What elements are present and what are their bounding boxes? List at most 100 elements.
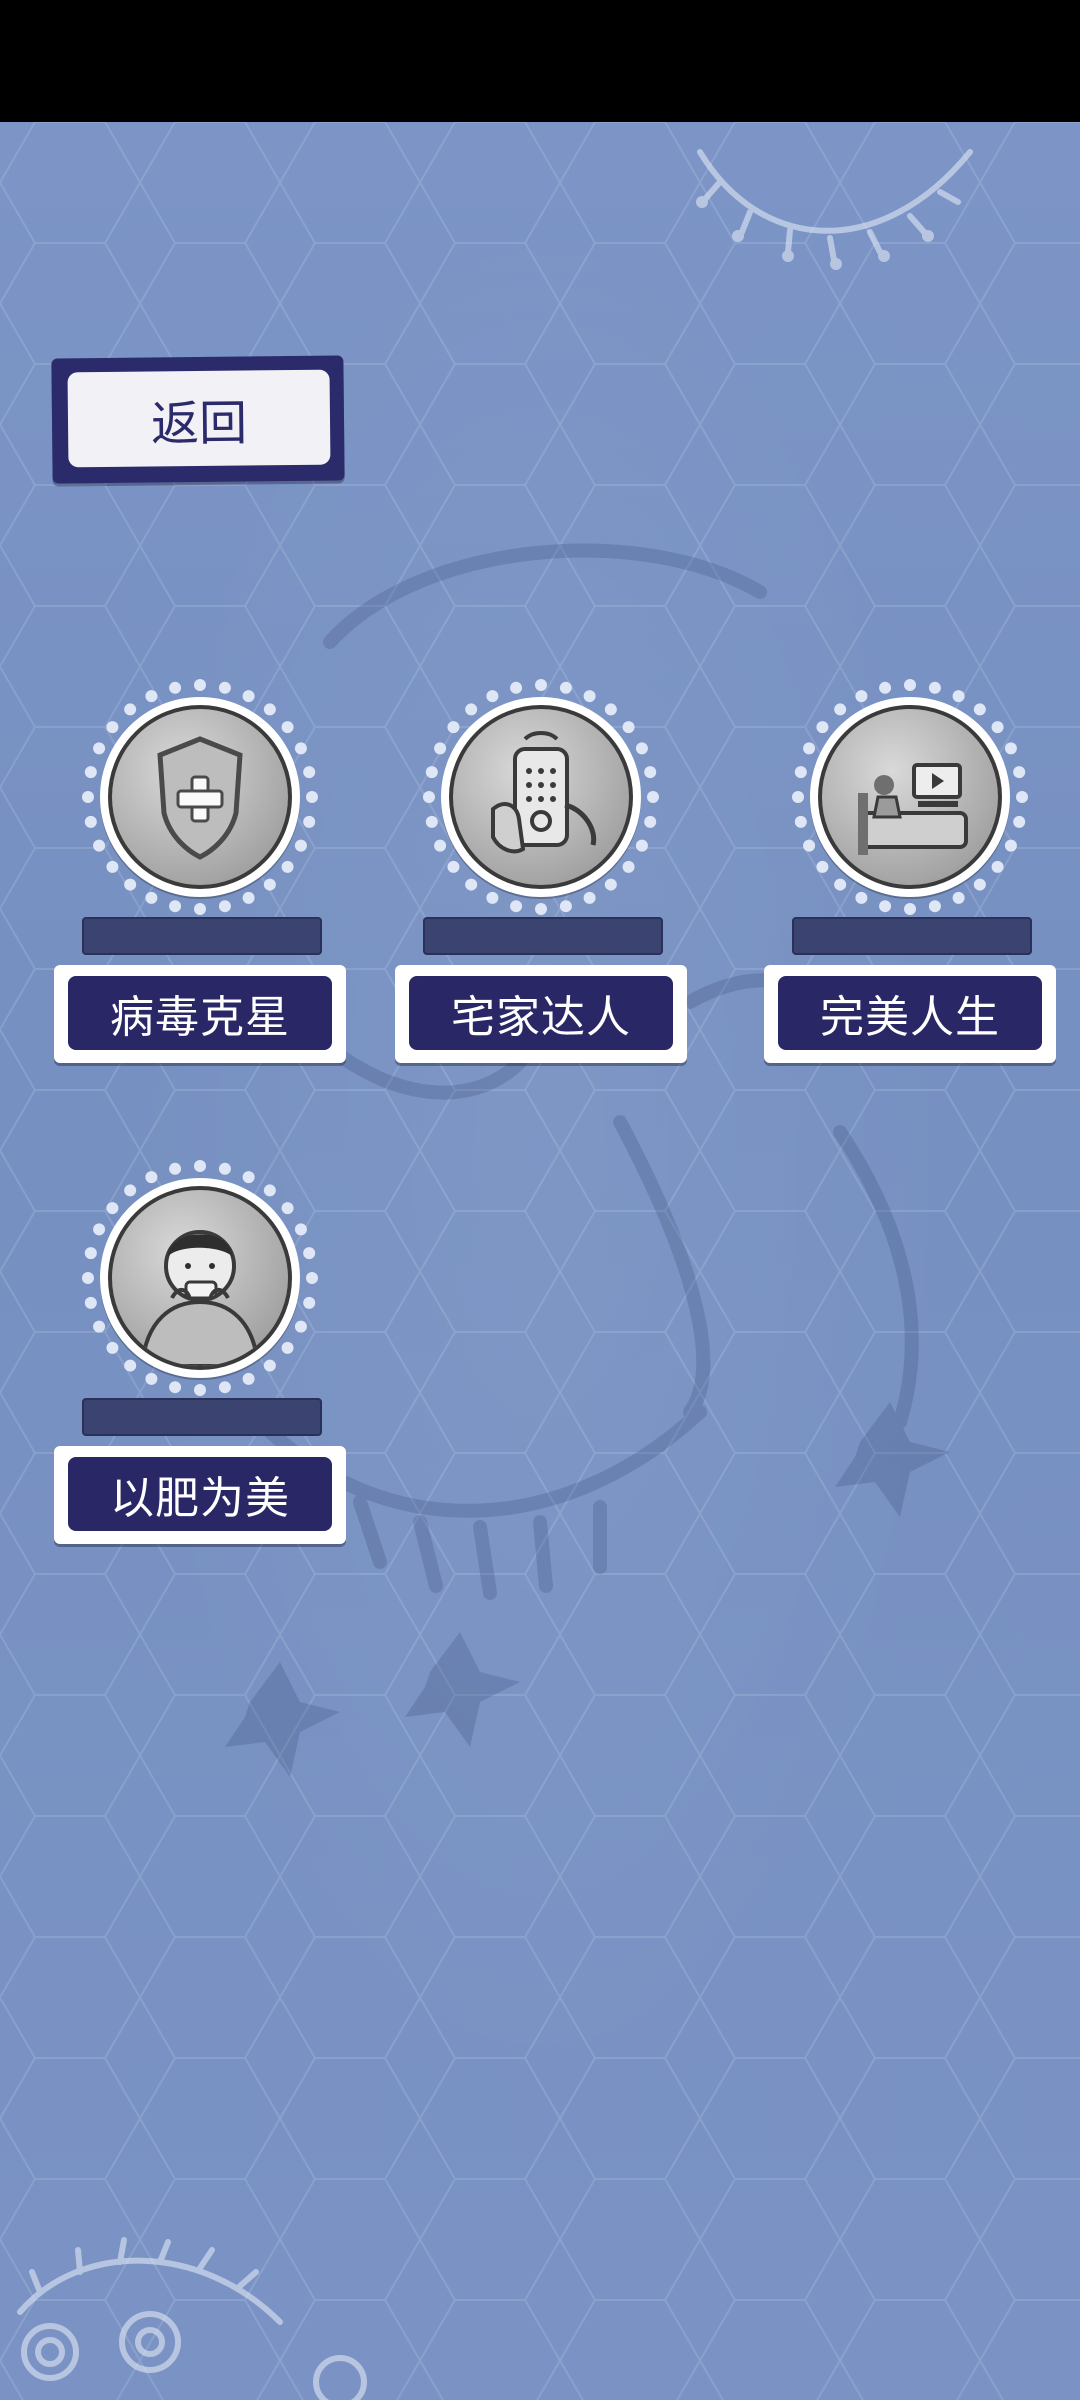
medal-circle: [441, 697, 641, 897]
ring-dot: [1013, 766, 1026, 779]
ring-dot: [904, 903, 916, 915]
ring-dot: [928, 900, 941, 913]
ring-dot: [218, 1381, 231, 1394]
ring-dot: [242, 1171, 255, 1184]
ring-dot: [434, 839, 447, 852]
ring-dot: [93, 1223, 106, 1236]
medal-circle: [810, 697, 1010, 897]
ring-dot: [242, 1372, 255, 1385]
ring-dot: [194, 679, 206, 691]
ring-dot: [218, 1162, 231, 1175]
achievement-badge-fat-is-beautiful[interactable]: 以肥为美: [30, 1158, 370, 1578]
ring-dot: [855, 891, 868, 904]
achievement-badge-virus-buster[interactable]: 病毒克星: [30, 677, 370, 1097]
ring-dot: [84, 1296, 97, 1309]
achievement-label: 以肥为美: [54, 1446, 346, 1544]
ring-dot: [169, 900, 182, 913]
ring-dot: [169, 681, 182, 694]
ring-dot: [423, 791, 435, 803]
ring-dot: [194, 1384, 206, 1396]
ring-dot: [145, 1171, 158, 1184]
ring-dot: [294, 839, 307, 852]
ring-dot: [145, 690, 158, 703]
ring-dot: [93, 742, 106, 755]
ring-dot: [794, 815, 807, 828]
status-bar: [0, 0, 1080, 122]
achievement-label: 宅家达人: [395, 965, 687, 1063]
ring-dot: [294, 742, 307, 755]
ring-dot: [904, 679, 916, 691]
achievement-progress-bar: [423, 917, 663, 955]
person-in-bed-watching-tv-icon: [858, 763, 968, 855]
ring-dot: [559, 681, 572, 694]
ring-dot: [84, 766, 97, 779]
ring-dot: [218, 681, 231, 694]
ring-dot: [1016, 791, 1028, 803]
ring-dot: [879, 900, 892, 913]
ring-dot: [306, 1272, 318, 1284]
ring-dot: [84, 1247, 97, 1260]
ring-dot: [294, 1320, 307, 1333]
ring-dot: [647, 791, 659, 803]
ring-dot: [803, 742, 816, 755]
ring-dot: [635, 839, 648, 852]
shield-plus-icon: [157, 736, 243, 860]
ring-dot: [1004, 742, 1017, 755]
achievement-progress-bar: [82, 917, 322, 955]
ring-dot: [303, 1296, 316, 1309]
ring-dot: [644, 766, 657, 779]
ring-dot: [242, 690, 255, 703]
ring-dot: [93, 839, 106, 852]
ring-dot: [169, 1162, 182, 1175]
ring-dot: [510, 900, 523, 913]
virus-decoration-bottom: [17, 2237, 367, 2400]
ring-dot: [1004, 839, 1017, 852]
ring-dot: [486, 891, 499, 904]
ring-dot: [535, 903, 547, 915]
virus-decoration-top: [696, 149, 973, 270]
ring-dot: [303, 1247, 316, 1260]
ring-dot: [218, 900, 231, 913]
achievement-name: 完美人生: [778, 976, 1042, 1050]
ring-dot: [794, 766, 807, 779]
ring-dot: [803, 839, 816, 852]
ring-dot: [145, 1372, 158, 1385]
back-button-label: 返回: [67, 369, 331, 468]
ring-dot: [194, 903, 206, 915]
ring-dot: [169, 1381, 182, 1394]
ring-dot: [486, 690, 499, 703]
ring-dot: [510, 681, 523, 694]
ring-dot: [434, 742, 447, 755]
ring-dot: [583, 891, 596, 904]
ring-dot: [303, 766, 316, 779]
boy-eating-icon: [139, 1230, 261, 1366]
ring-dot: [928, 681, 941, 694]
medal-circle: [100, 1178, 300, 1378]
ring-dot: [82, 791, 94, 803]
ring-dot: [952, 891, 965, 904]
achievement-label: 完美人生: [764, 965, 1056, 1063]
achievement-badge-perfect-life[interactable]: 完美人生: [740, 677, 1080, 1097]
achievement-progress-bar: [82, 1398, 322, 1436]
ring-dot: [559, 900, 572, 913]
game-background: 返回 病毒克星 宅家达人 完美人生 以肥为美: [0, 122, 1080, 2400]
ring-dot: [242, 891, 255, 904]
ring-dot: [425, 766, 438, 779]
ring-dot: [306, 791, 318, 803]
medal-circle: [100, 697, 300, 897]
achievement-label: 病毒克星: [54, 965, 346, 1063]
ring-dot: [194, 1160, 206, 1172]
achievement-badge-homebody[interactable]: 宅家达人: [371, 677, 711, 1097]
ring-dot: [879, 681, 892, 694]
ring-dot: [294, 1223, 307, 1236]
back-button[interactable]: 返回: [51, 355, 345, 484]
achievement-name: 宅家达人: [409, 976, 673, 1050]
ring-dot: [425, 815, 438, 828]
ring-dot: [303, 815, 316, 828]
ring-dot: [644, 815, 657, 828]
ring-dot: [635, 742, 648, 755]
achievement-name: 以肥为美: [68, 1457, 332, 1531]
ring-dot: [145, 891, 158, 904]
ring-dot: [952, 690, 965, 703]
ring-dot: [82, 1272, 94, 1284]
